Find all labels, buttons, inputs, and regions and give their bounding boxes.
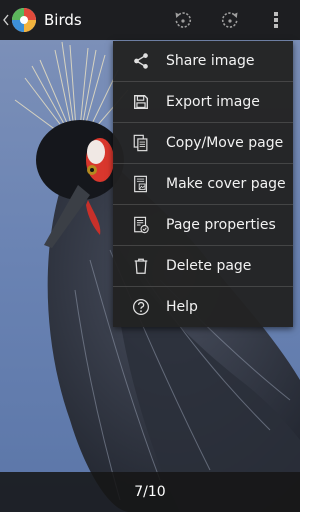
action-bar: Birds bbox=[0, 0, 300, 40]
chevron-left-icon bbox=[3, 14, 9, 26]
menu-item-delete-page[interactable]: Delete page bbox=[113, 246, 293, 287]
menu-item-label: Copy/Move page bbox=[166, 135, 284, 151]
overflow-menu-button[interactable] bbox=[256, 0, 296, 40]
menu-item-copy-move-page[interactable]: Copy/Move page bbox=[113, 123, 293, 164]
app-logo-icon bbox=[12, 8, 36, 32]
menu-item-make-cover-page[interactable]: Make cover page bbox=[113, 164, 293, 205]
menu-item-label: Share image bbox=[166, 53, 255, 69]
trash-icon bbox=[119, 246, 163, 286]
page-indicator: 7/10 bbox=[134, 484, 166, 500]
menu-item-share-image[interactable]: Share image bbox=[113, 41, 293, 82]
overflow-menu-icon bbox=[274, 12, 278, 28]
rotate-left-button[interactable] bbox=[163, 0, 203, 40]
rotate-right-icon bbox=[221, 12, 238, 28]
copy-pages-icon bbox=[119, 123, 163, 163]
rotate-left-icon bbox=[175, 12, 192, 28]
help-icon bbox=[119, 287, 163, 327]
save-icon bbox=[119, 82, 163, 122]
screen: Birds Share image Export image Copy/Move… bbox=[0, 0, 300, 512]
menu-item-label: Make cover page bbox=[166, 176, 286, 192]
menu-item-page-properties[interactable]: Page properties bbox=[113, 205, 293, 246]
menu-item-label: Help bbox=[166, 299, 198, 315]
menu-item-export-image[interactable]: Export image bbox=[113, 82, 293, 123]
page-properties-icon bbox=[119, 205, 163, 245]
share-icon bbox=[119, 41, 163, 81]
rotate-right-button[interactable] bbox=[210, 0, 250, 40]
up-navigation[interactable] bbox=[0, 0, 38, 40]
menu-item-label: Export image bbox=[166, 94, 260, 110]
bottom-bar: 7/10 bbox=[0, 472, 300, 512]
page-title: Birds bbox=[44, 11, 82, 29]
cover-page-icon bbox=[119, 164, 163, 204]
overflow-menu: Share image Export image Copy/Move page … bbox=[113, 41, 293, 327]
menu-item-label: Delete page bbox=[166, 258, 252, 274]
menu-item-label: Page properties bbox=[166, 217, 276, 233]
menu-item-help[interactable]: Help bbox=[113, 287, 293, 327]
